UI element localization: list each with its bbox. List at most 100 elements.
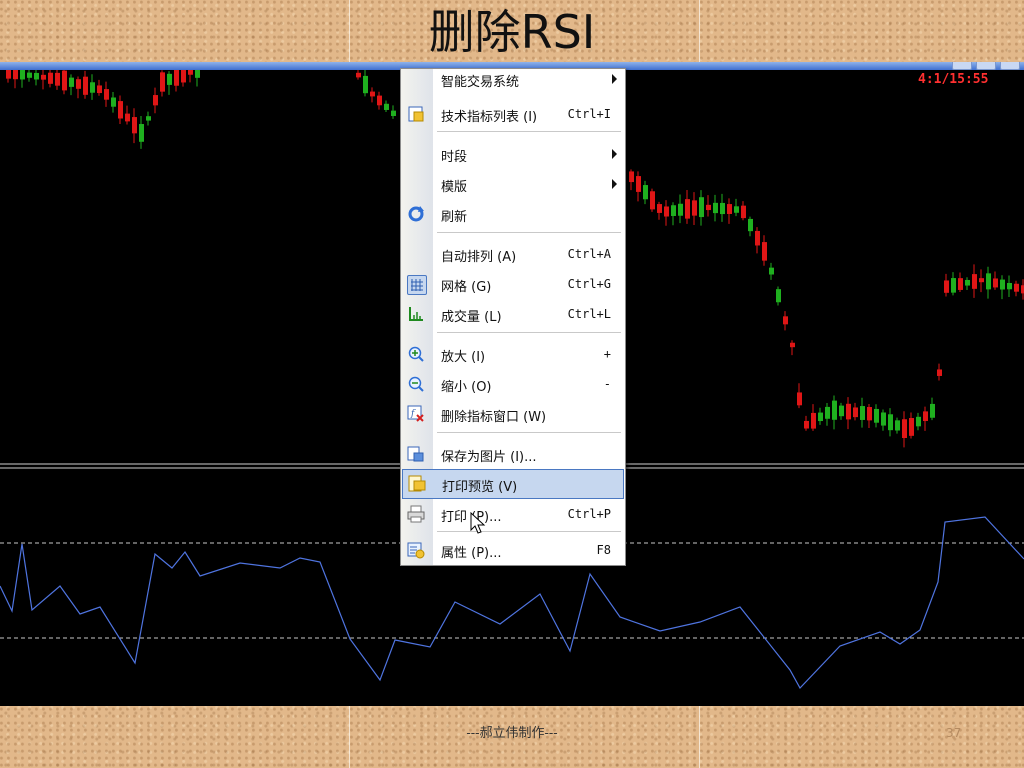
close-button[interactable] bbox=[1000, 62, 1020, 70]
menu-item-delete-indicator-window[interactable]: f 删除指标窗口 (W) bbox=[401, 399, 625, 429]
page-number: 37 bbox=[946, 726, 962, 740]
candle-body bbox=[790, 342, 795, 348]
menu-item-grid[interactable]: 网格 (G) Ctrl+G bbox=[401, 269, 625, 299]
grid-icon bbox=[407, 275, 427, 295]
menu-item-label: 自动排列 (A) bbox=[441, 250, 517, 265]
maximize-button[interactable] bbox=[976, 62, 996, 70]
menu-item-auto-arrange[interactable]: 自动排列 (A) Ctrl+A bbox=[401, 239, 625, 269]
menu-item-zoom-in[interactable]: 放大 (I) + bbox=[401, 339, 625, 369]
menu-item-zoom-out[interactable]: 缩小 (O) - bbox=[401, 369, 625, 399]
candle-body bbox=[734, 206, 739, 213]
menu-item-properties[interactable]: 属性 (P)... F8 bbox=[401, 535, 625, 565]
menu-item-timeframes[interactable]: 时段 bbox=[401, 139, 625, 169]
menu-separator bbox=[437, 332, 621, 333]
menu-item-shortcut: F8 bbox=[596, 543, 611, 557]
menu-item-volumes[interactable]: 成交量 (L) Ctrl+L bbox=[401, 299, 625, 329]
candle-body bbox=[825, 406, 830, 419]
menu-separator bbox=[437, 232, 621, 233]
menu-separator bbox=[437, 432, 621, 433]
delete-indicator-window-icon: f bbox=[407, 405, 425, 423]
menu-item-indicators-list[interactable]: 技术指标列表 (I) Ctrl+I bbox=[401, 99, 625, 129]
candle-body bbox=[860, 406, 865, 420]
menu-separator bbox=[437, 531, 621, 532]
candle-body bbox=[839, 405, 844, 417]
candle-body bbox=[699, 197, 704, 218]
candle-body bbox=[1000, 279, 1005, 290]
candle-body bbox=[671, 205, 676, 216]
menu-item-shortcut: Ctrl+I bbox=[567, 107, 611, 121]
candle-body bbox=[713, 202, 718, 214]
candle-body bbox=[818, 412, 823, 422]
candle-body bbox=[685, 199, 690, 219]
zoom-in-icon bbox=[407, 345, 425, 363]
save-image-icon bbox=[407, 445, 425, 463]
candle-body bbox=[55, 72, 60, 86]
candle-body bbox=[1007, 282, 1012, 290]
mouse-cursor-icon bbox=[470, 512, 486, 534]
submenu-arrow-icon bbox=[612, 179, 617, 189]
candle-body bbox=[930, 403, 935, 418]
refresh-icon bbox=[407, 205, 425, 223]
menu-item-shortcut: Ctrl+L bbox=[567, 307, 611, 321]
minimize-button[interactable] bbox=[952, 62, 972, 70]
candle-body bbox=[97, 85, 102, 94]
candle-body bbox=[909, 418, 914, 436]
candle-body bbox=[629, 171, 634, 183]
menu-item-print-preview[interactable]: 打印预览 (V) bbox=[402, 469, 624, 499]
candle-body bbox=[783, 316, 788, 325]
menu-item-label: 时段 bbox=[441, 150, 468, 165]
menu-item-refresh[interactable]: 刷新 bbox=[401, 199, 625, 229]
candle-body bbox=[153, 95, 158, 106]
candle-body bbox=[83, 76, 88, 95]
menu-item-label: 智能交易系统 bbox=[441, 75, 520, 90]
candle-body bbox=[356, 72, 361, 78]
candle-body bbox=[125, 113, 130, 122]
candle-body bbox=[972, 274, 977, 289]
candle-body bbox=[636, 176, 641, 192]
candle-body bbox=[69, 77, 74, 87]
candle-body bbox=[41, 74, 46, 80]
submenu-arrow-icon bbox=[612, 74, 617, 84]
menu-item-expert-advisors[interactable]: 智能交易系统 bbox=[401, 69, 625, 99]
candle-body bbox=[132, 117, 137, 134]
candle-body bbox=[902, 419, 907, 439]
menu-item-label: 网格 (G) bbox=[441, 280, 492, 295]
candle-body bbox=[650, 191, 655, 210]
slide-title: 删除RSI bbox=[428, 5, 596, 59]
candle-body bbox=[370, 91, 375, 97]
menu-item-templates[interactable]: 模版 bbox=[401, 169, 625, 199]
volume-icon bbox=[407, 305, 425, 323]
candle-body bbox=[174, 67, 179, 86]
candle-body bbox=[643, 185, 648, 200]
terminal-screenshot: 4:1/15:55 智能交易系统 技术指标列表 (I) Ctrl+I 时段 模版 bbox=[0, 62, 1024, 706]
candle-body bbox=[664, 206, 669, 217]
candle-body bbox=[748, 218, 753, 232]
menu-item-shortcut: Ctrl+P bbox=[567, 507, 611, 521]
candle-body bbox=[118, 101, 123, 119]
menu-item-label: 刷新 bbox=[441, 210, 468, 225]
candle-body bbox=[706, 204, 711, 211]
indicator-list-icon bbox=[407, 105, 425, 123]
candle-body bbox=[965, 279, 970, 286]
candle-body bbox=[363, 75, 368, 94]
candle-body bbox=[958, 278, 963, 290]
candle-body bbox=[769, 267, 774, 275]
menu-separator bbox=[437, 131, 621, 132]
candle-body bbox=[853, 407, 858, 418]
candle-body bbox=[951, 278, 956, 293]
submenu-arrow-icon bbox=[612, 149, 617, 159]
candle-body bbox=[657, 204, 662, 213]
slide-footer: ---郝立伟制作--- bbox=[466, 726, 558, 741]
candle-body bbox=[874, 408, 879, 423]
menu-item-save-as-picture[interactable]: 保存为图片 (I)... bbox=[401, 439, 625, 469]
candle-body bbox=[867, 407, 872, 421]
menu-item-print[interactable]: 打印 (P)... Ctrl+P bbox=[401, 499, 625, 529]
candle-body bbox=[111, 97, 116, 107]
candle-body bbox=[937, 369, 942, 376]
candle-body bbox=[27, 72, 32, 78]
candle-body bbox=[776, 289, 781, 303]
menu-item-label: 成交量 (L) bbox=[441, 310, 502, 325]
candle-body bbox=[797, 392, 802, 406]
menu-item-shortcut: - bbox=[603, 377, 611, 391]
candle-body bbox=[377, 95, 382, 106]
